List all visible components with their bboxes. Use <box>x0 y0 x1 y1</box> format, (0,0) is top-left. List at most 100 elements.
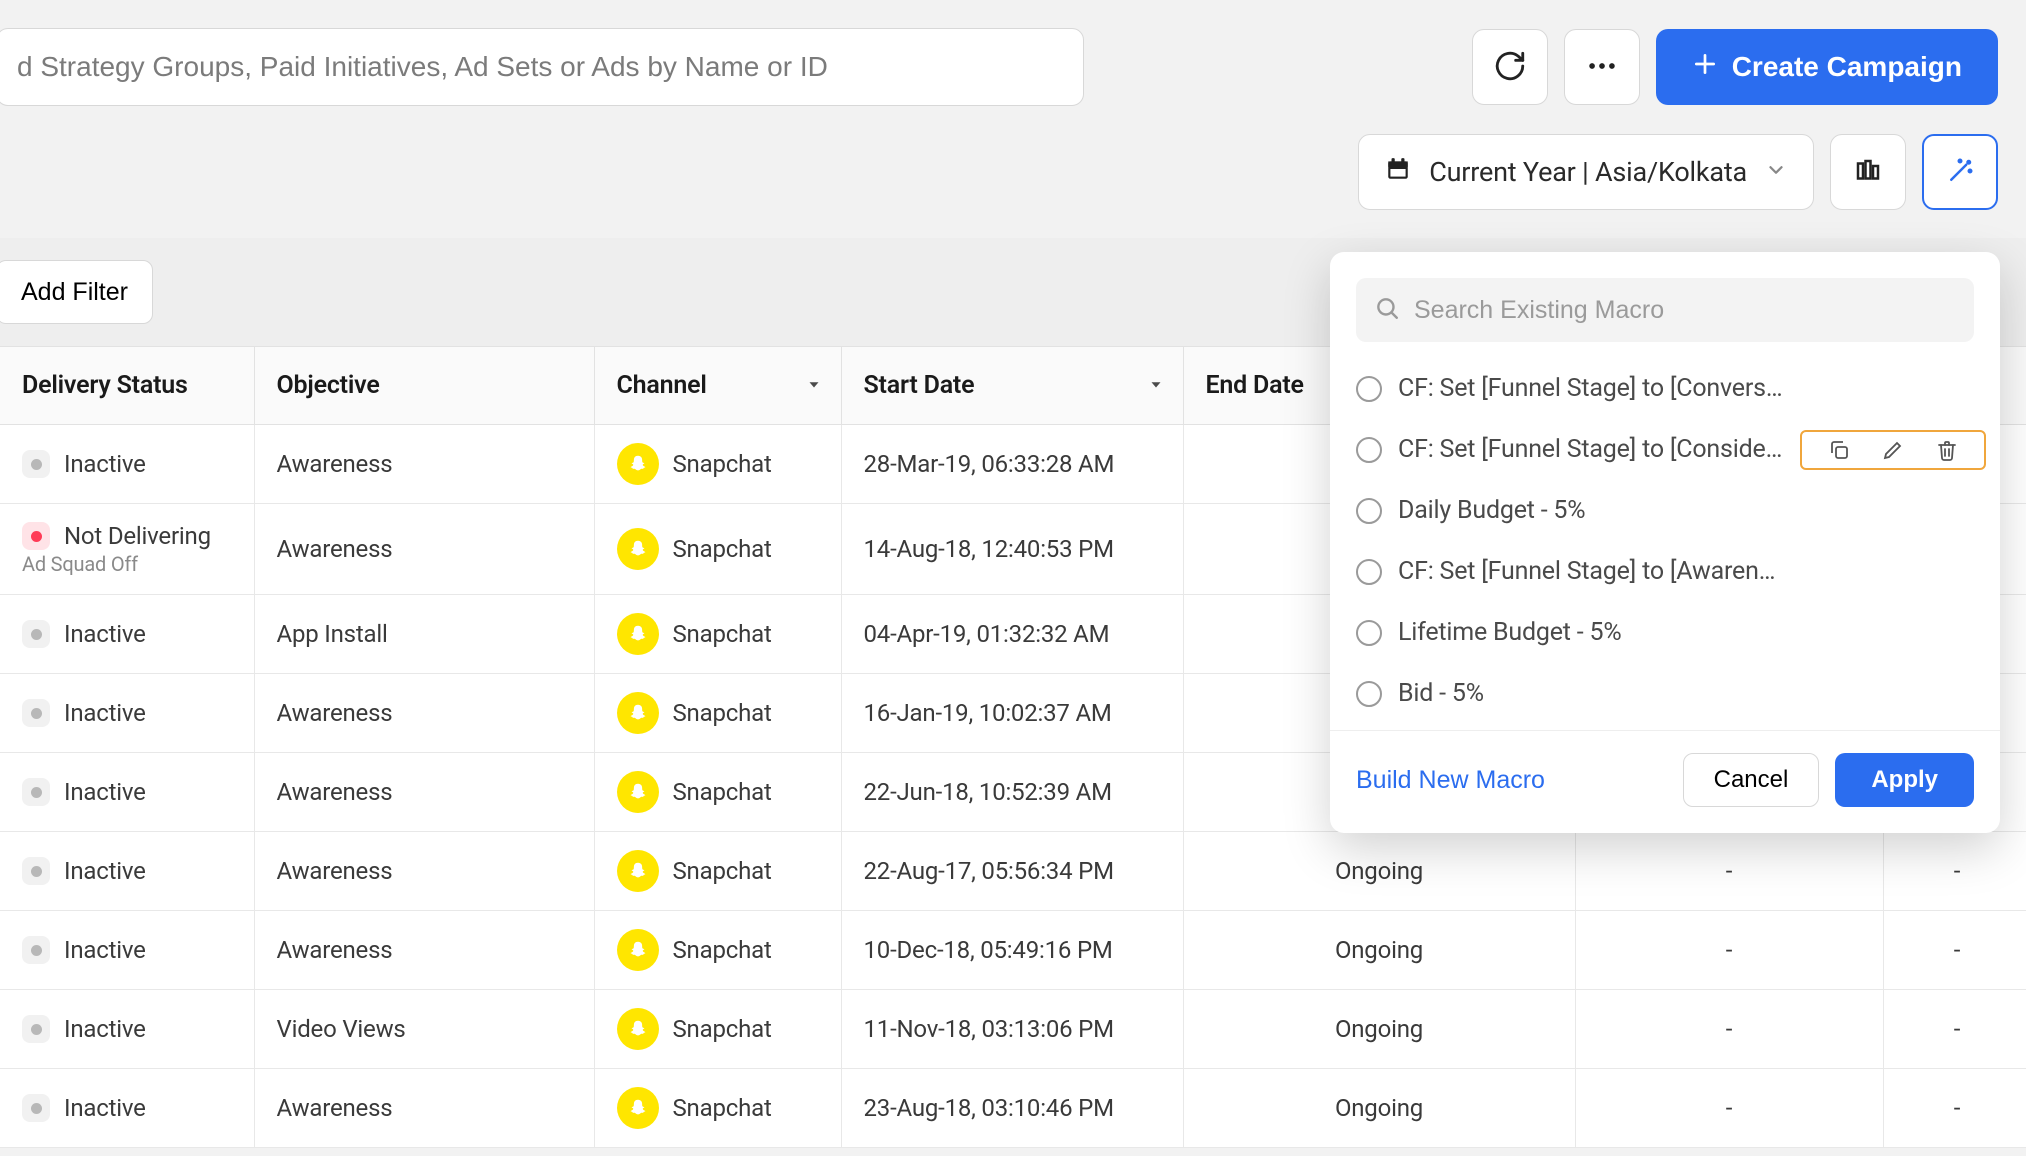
status-subtext: Ad Squad Off <box>22 552 232 576</box>
status-text: Inactive <box>64 857 146 885</box>
cell-delivery: Inactive <box>0 753 254 832</box>
cell-channel: Snapchat <box>594 911 841 990</box>
more-horizontal-icon <box>1585 49 1619 86</box>
snapchat-icon <box>617 692 659 734</box>
macro-item[interactable]: CF: Set [Funnel Stage] to [Conside… <box>1330 419 2000 480</box>
cell-channel: Snapchat <box>594 425 841 504</box>
cell-objective: Video Views <box>254 990 594 1069</box>
col-header-objective[interactable]: Objective <box>254 347 594 425</box>
cell-extra-2: - <box>1883 911 2026 990</box>
cell-channel: Snapchat <box>594 504 841 595</box>
refresh-button[interactable] <box>1472 29 1548 105</box>
macro-label: CF: Set [Funnel Stage] to [Convers… <box>1398 374 1788 403</box>
status-indicator-icon <box>22 620 50 648</box>
macro-search[interactable] <box>1356 278 1974 342</box>
macro-item[interactable]: Daily Budget - 5% <box>1330 480 2000 541</box>
macro-label: Bid - 5% <box>1398 679 1788 708</box>
columns-button[interactable] <box>1830 134 1906 210</box>
secondary-toolbar: Current Year | Asia/Kolkata <box>0 134 2026 238</box>
cell-delivery: Inactive <box>0 832 254 911</box>
status-indicator-icon <box>22 522 50 550</box>
cell-end-date: Ongoing <box>1183 911 1575 990</box>
search-container <box>0 28 1084 106</box>
cell-start-date: 04-Apr-19, 01:32:32 AM <box>841 595 1183 674</box>
col-header-delivery[interactable]: Delivery Status <box>0 347 254 425</box>
radio-icon[interactable] <box>1356 620 1382 646</box>
radio-icon[interactable] <box>1356 681 1382 707</box>
trash-icon[interactable] <box>1920 438 1974 462</box>
status-text: Inactive <box>64 699 146 727</box>
status-indicator-icon <box>22 857 50 885</box>
table-row[interactable]: Inactive Awareness Snapchat 22-Aug-17, 0… <box>0 832 2026 911</box>
status-text: Inactive <box>64 778 146 806</box>
cell-extra-2: - <box>1883 990 2026 1069</box>
snapchat-icon <box>617 850 659 892</box>
macro-search-input[interactable] <box>1414 296 1956 325</box>
macro-item[interactable]: Bid - 5% <box>1330 663 2000 724</box>
channel-name: Snapchat <box>673 535 772 563</box>
status-text: Inactive <box>64 936 146 964</box>
more-button[interactable] <box>1564 29 1640 105</box>
edit-icon[interactable] <box>1866 438 1920 462</box>
search-input[interactable] <box>0 28 1084 106</box>
status-text: Inactive <box>64 620 146 648</box>
macro-actions <box>1800 430 1986 470</box>
calendar-icon <box>1385 156 1411 189</box>
snapchat-icon <box>617 771 659 813</box>
build-new-macro-link[interactable]: Build New Macro <box>1356 766 1545 795</box>
channel-name: Snapchat <box>673 450 772 478</box>
radio-icon[interactable] <box>1356 376 1382 402</box>
macro-apply-button[interactable]: Apply <box>1835 753 1974 807</box>
cell-channel: Snapchat <box>594 990 841 1069</box>
cell-objective: Awareness <box>254 1069 594 1148</box>
snapchat-icon <box>617 528 659 570</box>
radio-icon[interactable] <box>1356 559 1382 585</box>
cell-delivery: Inactive <box>0 674 254 753</box>
macro-label: Lifetime Budget - 5% <box>1398 618 1788 647</box>
radio-icon[interactable] <box>1356 498 1382 524</box>
cell-channel: Snapchat <box>594 595 841 674</box>
add-filter-button[interactable]: Add Filter <box>0 260 153 324</box>
create-campaign-label: Create Campaign <box>1732 51 1962 83</box>
macro-item[interactable]: CF: Set [Funnel Stage] to [Convers… <box>1330 358 2000 419</box>
cell-end-date: Ongoing <box>1183 832 1575 911</box>
macro-cancel-button[interactable]: Cancel <box>1683 753 1820 807</box>
table-row[interactable]: Inactive Awareness Snapchat 23-Aug-18, 0… <box>0 1069 2026 1148</box>
cell-objective: Awareness <box>254 832 594 911</box>
create-campaign-button[interactable]: Create Campaign <box>1656 29 1998 105</box>
cell-start-date: 11-Nov-18, 03:13:06 PM <box>841 990 1183 1069</box>
cell-delivery: Inactive <box>0 1069 254 1148</box>
cell-objective: Awareness <box>254 911 594 990</box>
date-range-picker[interactable]: Current Year | Asia/Kolkata <box>1358 134 1814 210</box>
table-row[interactable]: Inactive Awareness Snapchat 10-Dec-18, 0… <box>0 911 2026 990</box>
cell-start-date: 28-Mar-19, 06:33:28 AM <box>841 425 1183 504</box>
cell-delivery: Inactive <box>0 595 254 674</box>
cell-objective: Awareness <box>254 753 594 832</box>
cell-start-date: 22-Jun-18, 10:52:39 AM <box>841 753 1183 832</box>
chevron-down-icon <box>1765 156 1787 188</box>
duplicate-icon[interactable] <box>1812 438 1866 462</box>
cell-objective: Awareness <box>254 674 594 753</box>
channel-name: Snapchat <box>673 936 772 964</box>
col-header-channel[interactable]: Channel <box>594 347 841 425</box>
macro-item[interactable]: CF: Set [Funnel Stage] to [Awaren… <box>1330 541 2000 602</box>
channel-name: Snapchat <box>673 778 772 806</box>
cell-delivery: Inactive <box>0 425 254 504</box>
macro-label: CF: Set [Funnel Stage] to [Awaren… <box>1398 557 1788 586</box>
cell-channel: Snapchat <box>594 753 841 832</box>
caret-down-icon <box>1147 371 1165 400</box>
refresh-icon <box>1493 49 1527 86</box>
macro-item[interactable]: Lifetime Budget - 5% <box>1330 602 2000 663</box>
cell-objective: Awareness <box>254 504 594 595</box>
cell-extra-1: - <box>1575 832 1883 911</box>
channel-name: Snapchat <box>673 1094 772 1122</box>
search-icon <box>1374 295 1400 325</box>
table-row[interactable]: Inactive Video Views Snapchat 11-Nov-18,… <box>0 990 2026 1069</box>
cell-start-date: 14-Aug-18, 12:40:53 PM <box>841 504 1183 595</box>
status-indicator-icon <box>22 699 50 727</box>
macro-wand-button[interactable] <box>1922 134 1998 210</box>
columns-icon <box>1853 156 1883 189</box>
col-header-start[interactable]: Start Date <box>841 347 1183 425</box>
radio-icon[interactable] <box>1356 437 1382 463</box>
channel-name: Snapchat <box>673 857 772 885</box>
